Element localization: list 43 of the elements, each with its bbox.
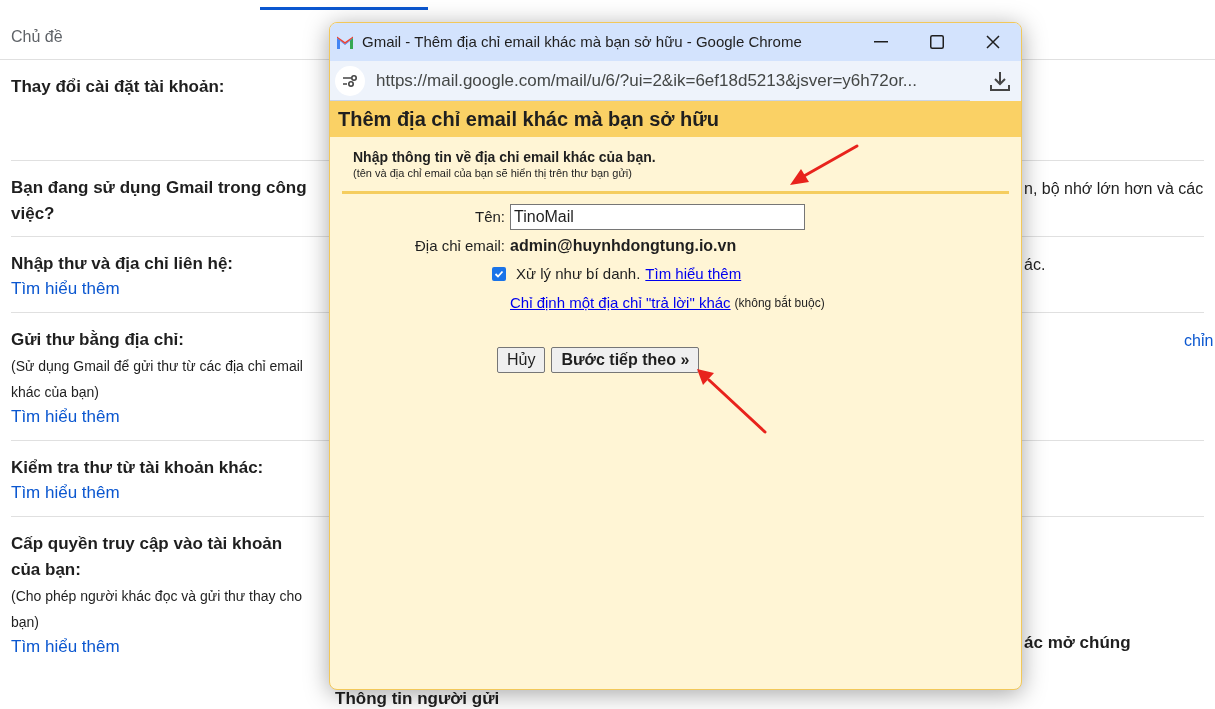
minimize-icon (874, 41, 888, 43)
email-value: admin@huynhdongtung.io.vn (510, 236, 738, 256)
form-subheading: (tên và địa chỉ email của bạn sẽ hiển thị trên thư bạn gửi) (353, 166, 632, 180)
annotation-arrow (790, 144, 859, 185)
download-icon[interactable] (989, 70, 1011, 92)
learn-more-link[interactable]: Tìm hiểu thêm (11, 635, 120, 659)
name-input[interactable]: TinoMail (510, 204, 805, 230)
email-label: Địa chỉ email: (413, 235, 505, 256)
alias-label: Xử lý như bí danh. (516, 264, 641, 284)
annotation-arrow (697, 369, 767, 434)
setting-title: Kiểm tra thư từ tài khoản khác: (11, 457, 264, 479)
close-icon (986, 35, 1000, 49)
alias-checkbox[interactable] (492, 267, 506, 282)
site-settings-icon[interactable] (335, 65, 365, 96)
edit-link[interactable]: chỉn (1184, 332, 1214, 349)
setting-title: Cấp quyền truy cập vào tài khoản của bạn: (11, 533, 284, 581)
setting-title: Nhập thư và địa chỉ liên hệ: (11, 253, 233, 275)
learn-more-link[interactable]: Tìm hiểu thêm (11, 481, 120, 505)
learn-more-link[interactable]: Tìm hiểu thêm (11, 277, 120, 301)
name-label: Tên: (474, 206, 505, 227)
form-heading: Nhập thông tin về địa chỉ email khác của bạn. (353, 149, 656, 166)
setting-title: Thay đổi cài đặt tài khoản: (11, 76, 225, 98)
setting-description: (Cho phép người khác đọc và gửi thư thay cho bạn) (11, 587, 303, 632)
next-step-button[interactable]: Bước tiếp theo » (551, 347, 700, 373)
setting-value-text: n, bộ nhớ lớn hơn và các (1024, 180, 1204, 197)
setting-title: Gửi thư bằng địa chỉ: (11, 329, 184, 351)
dialog-title: Thêm địa chỉ email khác mà bạn sở hữu (338, 107, 720, 132)
cancel-button[interactable]: Hủy (497, 347, 546, 373)
section-title: Thông tin người gửi (335, 689, 500, 708)
check-icon (494, 269, 504, 280)
learn-more-link[interactable]: Tìm hiểu thêm (645, 263, 742, 286)
mail-logo-icon (336, 35, 354, 49)
optional-note: (không bắt buộc) (734, 294, 825, 312)
url-text: https://mail.google.com/mail/u/6/?ui=2&ik=6ef18d5213&jsver=y6h72or... (376, 69, 918, 92)
learn-more-link[interactable]: Tìm hiểu thêm (11, 405, 120, 429)
reply-address-link[interactable]: Chỉ định một địa chỉ "trả lời" khác (510, 291, 731, 314)
setting-description: (Sử dụng Gmail để gửi thư từ các địa chỉ email khác của bạn) (11, 357, 304, 402)
setting-value-text: ác mở chúng (1024, 633, 1131, 652)
window-title: Gmail - Thêm địa chỉ email khác mà bạn sở hữu - Google Chrome (362, 31, 802, 52)
setting-title: Bạn đang sử dụng Gmail trong công việc? (11, 177, 308, 225)
setting-value-text: ác. (1024, 256, 1046, 273)
section-label: Chủ đề (11, 28, 63, 45)
maximize-icon (930, 35, 944, 49)
